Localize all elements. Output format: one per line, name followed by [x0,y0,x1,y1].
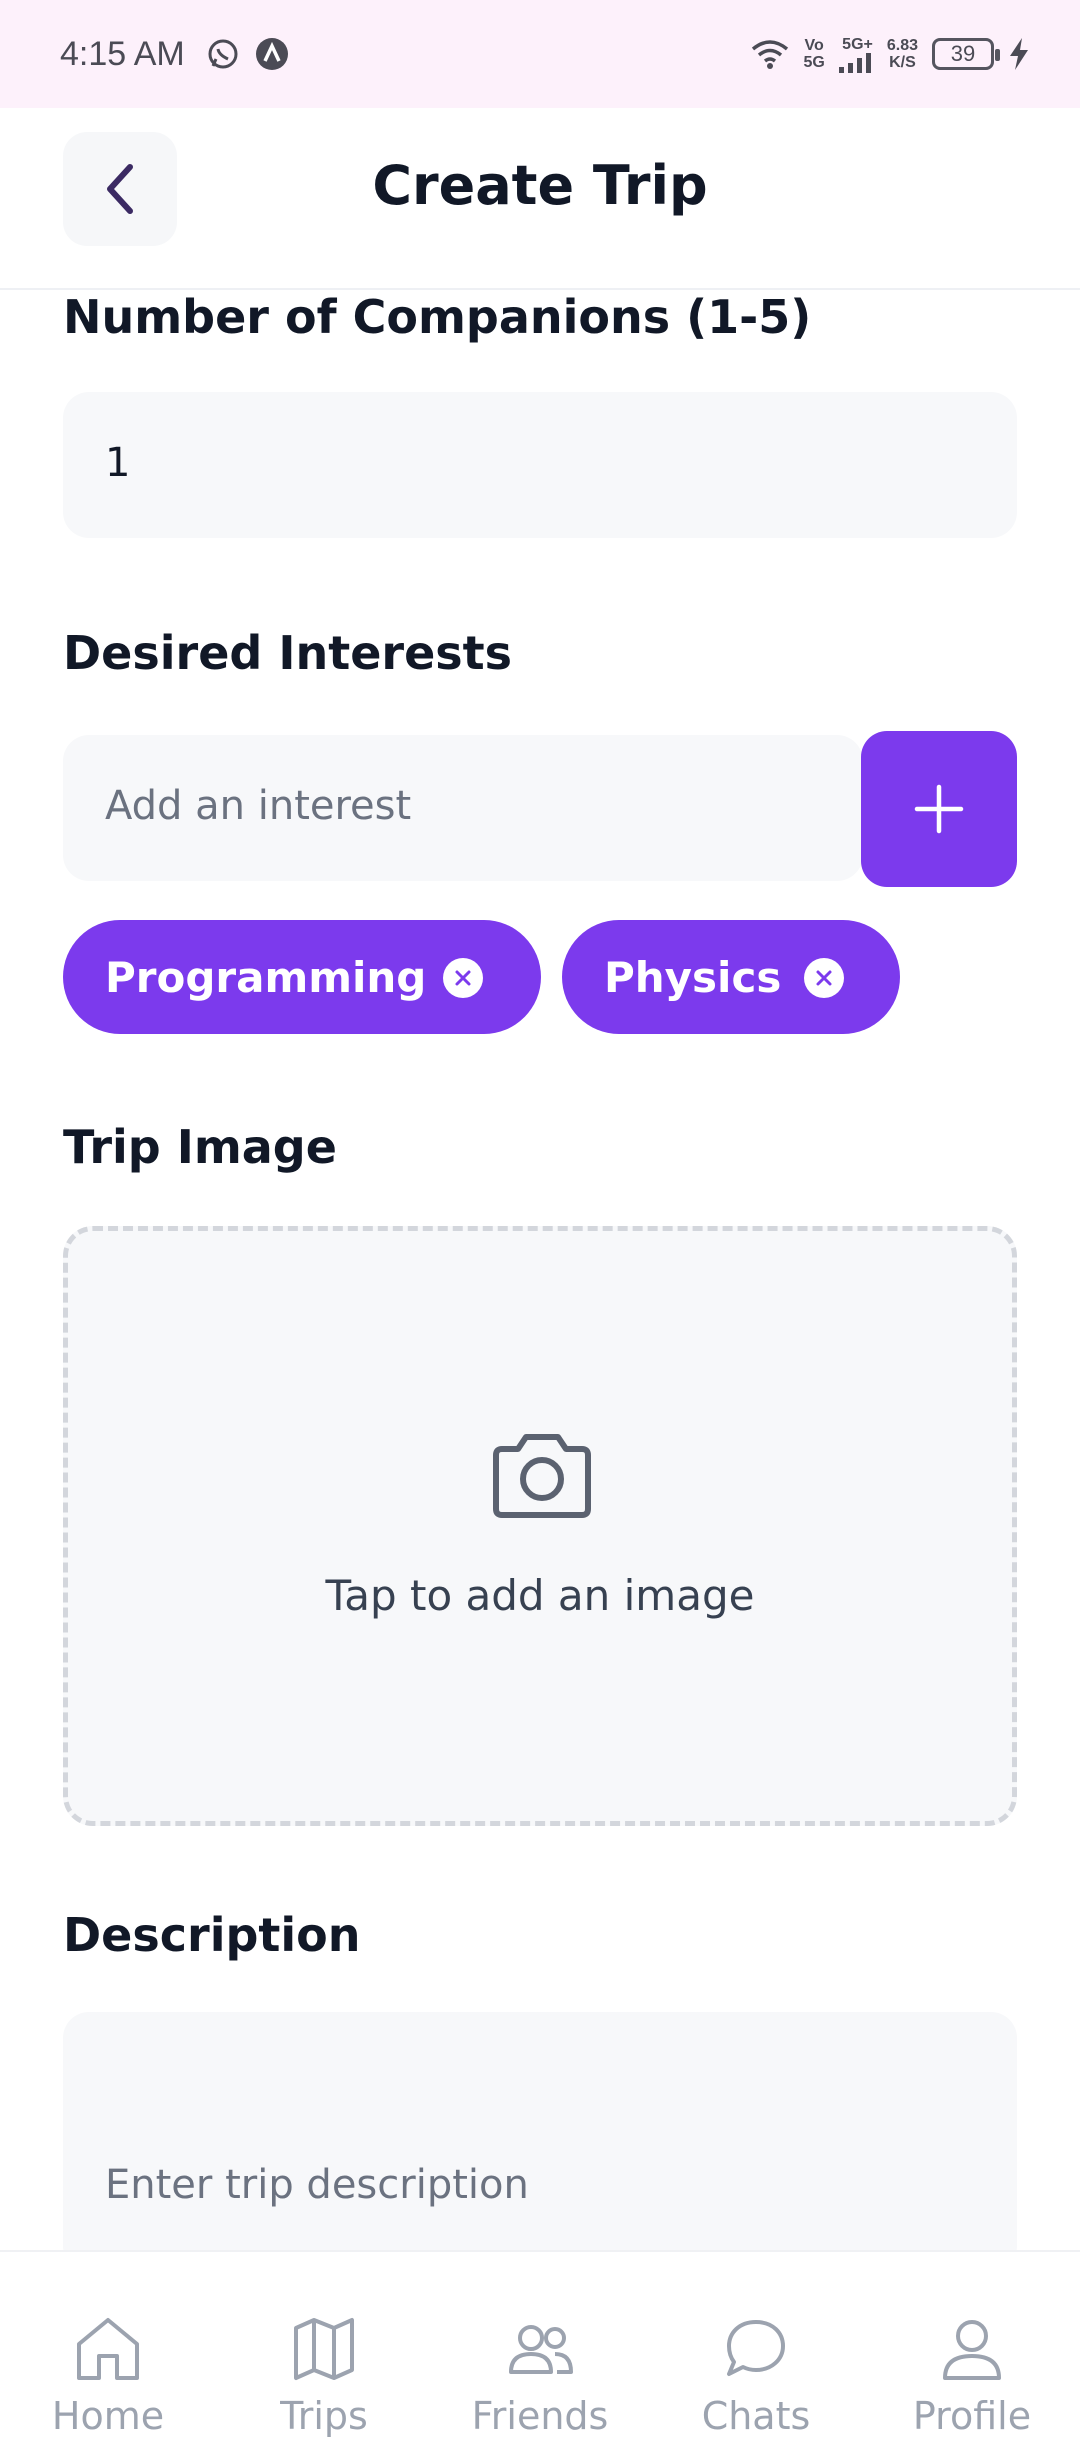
users-icon [509,2325,573,2374]
companions-input[interactable]: 1 [63,392,1017,538]
speed-unit: K/S [889,54,916,71]
bottom-nav: Home Trips Friends Chats Profile [0,2250,1080,2460]
volte-bottom: 5G [803,54,825,71]
map-icon [294,2318,354,2380]
nav-label: Friends [471,2394,609,2438]
description-placeholder: Enter trip description [105,2162,529,2208]
chat-bubble-icon [727,2320,785,2376]
user-icon [943,2320,1001,2380]
battery-level: 39 [950,41,976,66]
nav-label: Home [51,2394,165,2438]
speed-value: 6.83 [886,37,918,54]
charging-icon [1010,38,1028,70]
data-speed: 6.83 K/S [887,37,918,71]
upload-prompt: Tap to add an image [325,1571,755,1620]
camera-icon [493,1434,591,1518]
page-title: Create Trip [372,154,708,217]
nav-home[interactable]: Home [0,2252,216,2460]
home-icon [77,2318,139,2380]
chip-label: Programming [105,952,427,1002]
trip-image-label: Trip Image [63,1120,337,1174]
wifi-icon [751,40,788,69]
nav-profile[interactable]: Profile [864,2252,1080,2460]
plus-icon [914,784,964,834]
volte-top: Vo [804,37,824,54]
companions-value: 1 [105,440,131,486]
interests-label: Desired Interests [63,626,513,680]
status-bar: 4:15 AM Vo 5G 5G+ 6.83 K/S 39 [0,0,1080,108]
nav-label: Profile [912,2394,1032,2438]
description-label: Description [63,1908,361,1962]
app-header: Create Trip [0,108,1080,290]
image-upload-area[interactable]: Tap to add an image [63,1226,1017,1826]
notification-icons [207,37,289,71]
status-time: 4:15 AM [60,34,185,73]
interest-chip: Physics [562,920,900,1034]
signal-bars-icon [838,52,871,73]
battery-indicator: 39 [932,38,1000,70]
nav-label: Chats [701,2394,811,2438]
remove-chip-button[interactable] [443,958,483,998]
status-indicators: Vo 5G 5G+ 6.83 K/S 39 [750,0,1030,108]
add-interest-button[interactable] [861,731,1017,887]
description-textarea[interactable]: Enter trip description [63,2012,1017,2272]
whatsapp-icon [208,39,238,69]
interest-input[interactable]: Add an interest [63,735,863,881]
interest-chip: Programming [63,920,541,1034]
close-icon [455,970,471,986]
close-icon [816,970,832,986]
nav-chats[interactable]: Chats [648,2252,864,2460]
signal-label: 5G+ [842,35,873,53]
remove-chip-button[interactable] [804,958,844,998]
interest-placeholder: Add an interest [105,783,412,829]
nav-friends[interactable]: Friends [432,2252,648,2460]
cell-signal: 5G+ [838,35,873,73]
nav-trips[interactable]: Trips [216,2252,432,2460]
chip-label: Physics [604,952,782,1002]
nav-label: Trips [280,2394,368,2438]
app-notification-icon [255,38,288,70]
companions-label: Number of Companions (1-5) [63,290,812,344]
volte-indicator: Vo 5G [804,37,825,71]
